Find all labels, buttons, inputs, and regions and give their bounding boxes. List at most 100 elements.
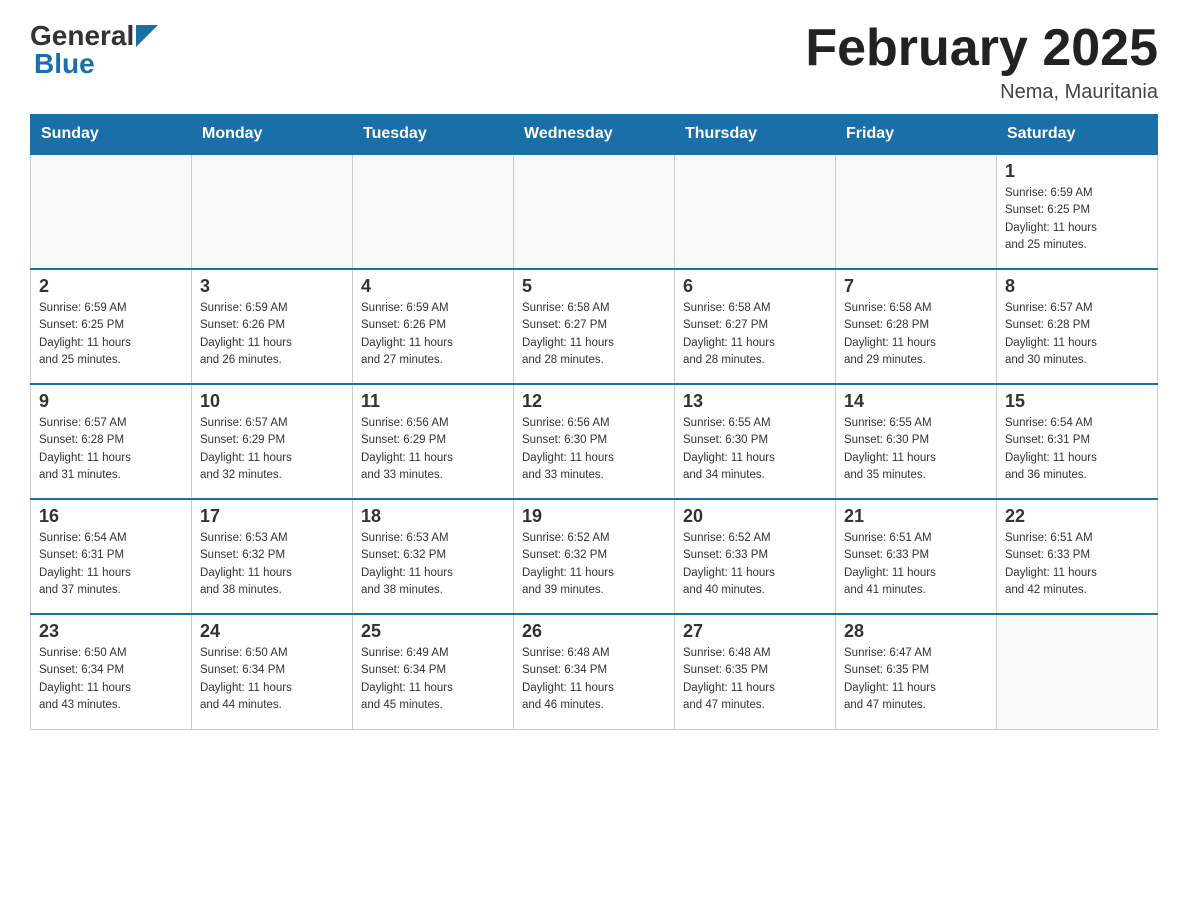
day-info: Sunrise: 6:57 AM Sunset: 6:28 PM Dayligh… [1005, 300, 1149, 369]
calendar-cell: 7 Sunrise: 6:58 AM Sunset: 6:28 PM Daylig… [836, 269, 997, 384]
day-info: Sunrise: 6:58 AM Sunset: 6:27 PM Dayligh… [683, 300, 827, 369]
title-block: February 2025 Nema, Mauritania [805, 20, 1158, 104]
day-number: 13 [683, 391, 827, 412]
day-number: 3 [200, 276, 344, 297]
day-info: Sunrise: 6:51 AM Sunset: 6:33 PM Dayligh… [844, 530, 988, 599]
logo-arrow-icon [136, 25, 158, 47]
day-number: 28 [844, 621, 988, 642]
weekday-header-friday: Friday [836, 115, 997, 155]
calendar-cell [514, 154, 675, 269]
day-info: Sunrise: 6:57 AM Sunset: 6:28 PM Dayligh… [39, 415, 183, 484]
calendar-cell: 3 Sunrise: 6:59 AM Sunset: 6:26 PM Daylig… [192, 269, 353, 384]
day-number: 1 [1005, 161, 1149, 182]
day-number: 25 [361, 621, 505, 642]
calendar-cell: 1 Sunrise: 6:59 AM Sunset: 6:25 PM Daylig… [997, 154, 1158, 269]
calendar-cell: 4Sunrise: 6:59 AM Sunset: 6:26 PM Daylig… [353, 269, 514, 384]
day-number: 6 [683, 276, 827, 297]
day-number: 12 [522, 391, 666, 412]
calendar-cell [353, 154, 514, 269]
location-text: Nema, Mauritania [805, 81, 1158, 104]
month-title: February 2025 [805, 20, 1158, 77]
day-number: 26 [522, 621, 666, 642]
calendar-cell [31, 154, 192, 269]
calendar-cell: 20 Sunrise: 6:52 AM Sunset: 6:33 PM Dayli… [675, 499, 836, 614]
day-number: 16 [39, 506, 183, 527]
day-info: Sunrise: 6:56 AM Sunset: 6:30 PM Dayligh… [522, 415, 666, 484]
calendar-cell: 19 Sunrise: 6:52 AM Sunset: 6:32 PM Dayli… [514, 499, 675, 614]
calendar-cell: 9 Sunrise: 6:57 AM Sunset: 6:28 PM Daylig… [31, 384, 192, 499]
day-number: 2 [39, 276, 183, 297]
calendar-cell: 21Sunrise: 6:51 AM Sunset: 6:33 PM Dayli… [836, 499, 997, 614]
day-info: Sunrise: 6:52 AM Sunset: 6:32 PM Dayligh… [522, 530, 666, 599]
week-row-4: 16 Sunrise: 6:54 AM Sunset: 6:31 PM Dayli… [31, 499, 1158, 614]
day-info: Sunrise: 6:52 AM Sunset: 6:33 PM Dayligh… [683, 530, 827, 599]
day-info: Sunrise: 6:48 AM Sunset: 6:34 PM Dayligh… [522, 645, 666, 714]
calendar-cell: 2 Sunrise: 6:59 AM Sunset: 6:25 PM Daylig… [31, 269, 192, 384]
day-info: Sunrise: 6:58 AM Sunset: 6:27 PM Dayligh… [522, 300, 666, 369]
day-number: 11 [361, 391, 505, 412]
day-number: 10 [200, 391, 344, 412]
day-number: 22 [1005, 506, 1149, 527]
day-number: 4 [361, 276, 505, 297]
day-number: 17 [200, 506, 344, 527]
day-number: 7 [844, 276, 988, 297]
calendar-cell: 5Sunrise: 6:58 AM Sunset: 6:27 PM Daylig… [514, 269, 675, 384]
day-info: Sunrise: 6:54 AM Sunset: 6:31 PM Dayligh… [1005, 415, 1149, 484]
page-header: General Blue February 2025 Nema, Maurita… [30, 20, 1158, 104]
calendar-cell: 6 Sunrise: 6:58 AM Sunset: 6:27 PM Daylig… [675, 269, 836, 384]
day-number: 18 [361, 506, 505, 527]
calendar-cell: 15 Sunrise: 6:54 AM Sunset: 6:31 PM Dayli… [997, 384, 1158, 499]
day-info: Sunrise: 6:55 AM Sunset: 6:30 PM Dayligh… [683, 415, 827, 484]
calendar-cell: 17 Sunrise: 6:53 AM Sunset: 6:32 PM Dayli… [192, 499, 353, 614]
calendar-cell: 28 Sunrise: 6:47 AM Sunset: 6:35 PM Dayli… [836, 614, 997, 729]
calendar-cell: 26 Sunrise: 6:48 AM Sunset: 6:34 PM Dayli… [514, 614, 675, 729]
weekday-header-sunday: Sunday [31, 115, 192, 155]
week-row-1: 1 Sunrise: 6:59 AM Sunset: 6:25 PM Daylig… [31, 154, 1158, 269]
calendar-cell: 23 Sunrise: 6:50 AM Sunset: 6:34 PM Dayli… [31, 614, 192, 729]
day-info: Sunrise: 6:56 AM Sunset: 6:29 PM Dayligh… [361, 415, 505, 484]
calendar-cell: 16 Sunrise: 6:54 AM Sunset: 6:31 PM Dayli… [31, 499, 192, 614]
weekday-header-tuesday: Tuesday [353, 115, 514, 155]
day-info: Sunrise: 6:59 AM Sunset: 6:25 PM Dayligh… [39, 300, 183, 369]
day-info: Sunrise: 6:58 AM Sunset: 6:28 PM Dayligh… [844, 300, 988, 369]
day-number: 24 [200, 621, 344, 642]
calendar-cell: 12 Sunrise: 6:56 AM Sunset: 6:30 PM Dayli… [514, 384, 675, 499]
day-info: Sunrise: 6:55 AM Sunset: 6:30 PM Dayligh… [844, 415, 988, 484]
weekday-header-row: SundayMondayTuesdayWednesdayThursdayFrid… [31, 115, 1158, 155]
day-number: 8 [1005, 276, 1149, 297]
day-info: Sunrise: 6:53 AM Sunset: 6:32 PM Dayligh… [200, 530, 344, 599]
day-number: 9 [39, 391, 183, 412]
weekday-header-thursday: Thursday [675, 115, 836, 155]
day-number: 27 [683, 621, 827, 642]
day-info: Sunrise: 6:57 AM Sunset: 6:29 PM Dayligh… [200, 415, 344, 484]
calendar-cell: 8 Sunrise: 6:57 AM Sunset: 6:28 PM Daylig… [997, 269, 1158, 384]
day-number: 23 [39, 621, 183, 642]
day-info: Sunrise: 6:48 AM Sunset: 6:35 PM Dayligh… [683, 645, 827, 714]
day-info: Sunrise: 6:50 AM Sunset: 6:34 PM Dayligh… [200, 645, 344, 714]
day-info: Sunrise: 6:59 AM Sunset: 6:26 PM Dayligh… [200, 300, 344, 369]
day-info: Sunrise: 6:54 AM Sunset: 6:31 PM Dayligh… [39, 530, 183, 599]
calendar-cell: 24 Sunrise: 6:50 AM Sunset: 6:34 PM Dayli… [192, 614, 353, 729]
day-number: 19 [522, 506, 666, 527]
calendar-table: SundayMondayTuesdayWednesdayThursdayFrid… [30, 114, 1158, 730]
weekday-header-saturday: Saturday [997, 115, 1158, 155]
calendar-cell: 14 Sunrise: 6:55 AM Sunset: 6:30 PM Dayli… [836, 384, 997, 499]
day-info: Sunrise: 6:50 AM Sunset: 6:34 PM Dayligh… [39, 645, 183, 714]
calendar-cell: 27 Sunrise: 6:48 AM Sunset: 6:35 PM Dayli… [675, 614, 836, 729]
day-info: Sunrise: 6:47 AM Sunset: 6:35 PM Dayligh… [844, 645, 988, 714]
day-number: 14 [844, 391, 988, 412]
day-info: Sunrise: 6:53 AM Sunset: 6:32 PM Dayligh… [361, 530, 505, 599]
calendar-cell: 22Sunrise: 6:51 AM Sunset: 6:33 PM Dayli… [997, 499, 1158, 614]
calendar-cell: 13 Sunrise: 6:55 AM Sunset: 6:30 PM Dayli… [675, 384, 836, 499]
calendar-cell: 10 Sunrise: 6:57 AM Sunset: 6:29 PM Dayli… [192, 384, 353, 499]
calendar-cell [836, 154, 997, 269]
day-info: Sunrise: 6:49 AM Sunset: 6:34 PM Dayligh… [361, 645, 505, 714]
day-number: 20 [683, 506, 827, 527]
day-number: 15 [1005, 391, 1149, 412]
day-info: Sunrise: 6:59 AM Sunset: 6:25 PM Dayligh… [1005, 185, 1149, 254]
week-row-5: 23 Sunrise: 6:50 AM Sunset: 6:34 PM Dayli… [31, 614, 1158, 729]
calendar-header: SundayMondayTuesdayWednesdayThursdayFrid… [31, 115, 1158, 155]
calendar-cell: 25 Sunrise: 6:49 AM Sunset: 6:34 PM Dayli… [353, 614, 514, 729]
week-row-2: 2 Sunrise: 6:59 AM Sunset: 6:25 PM Daylig… [31, 269, 1158, 384]
week-row-3: 9 Sunrise: 6:57 AM Sunset: 6:28 PM Daylig… [31, 384, 1158, 499]
